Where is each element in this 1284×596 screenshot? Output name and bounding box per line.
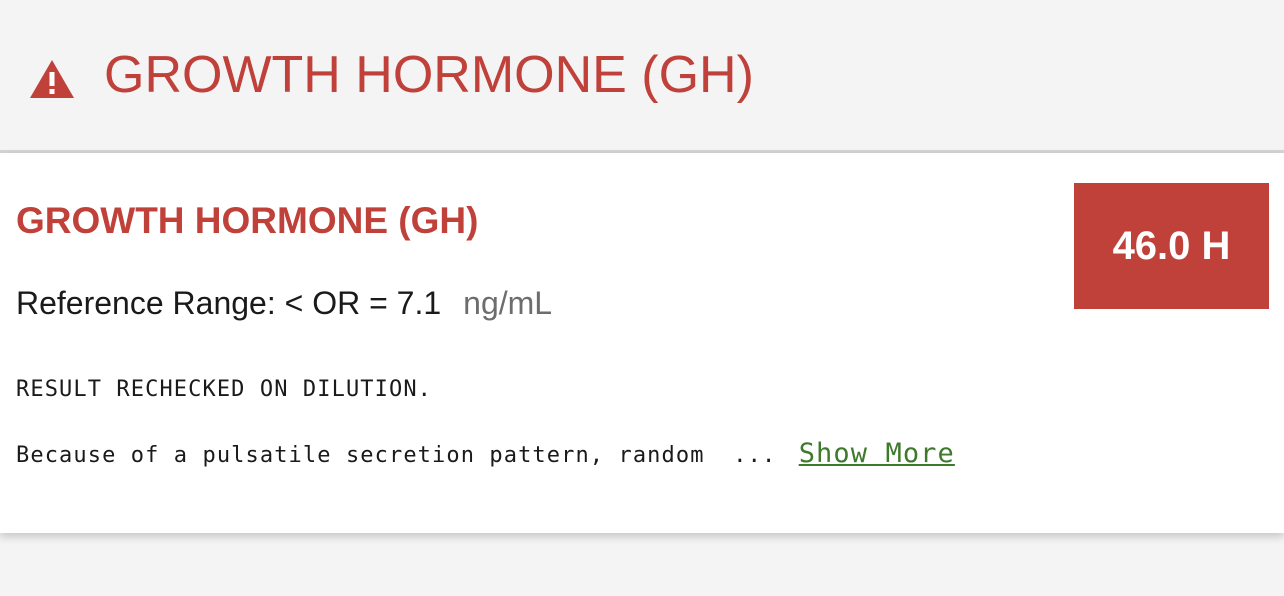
reference-range-label: Reference Range: < OR = 7.1 [16, 285, 442, 321]
warning-icon [30, 60, 74, 98]
result-value-badge: 46.0 H [1074, 183, 1269, 309]
comment-text: Because of a pulsatile secretion pattern… [16, 443, 705, 468]
reference-range: Reference Range: < OR = 7.1 ng/mL [16, 283, 552, 323]
result-card: GROWTH HORMONE (GH) Reference Range: < O… [0, 153, 1284, 533]
reference-unit: ng/mL [463, 285, 553, 321]
page-title: GROWTH HORMONE (GH) [104, 46, 754, 104]
comment-line: RESULT RECHECKED ON DILUTION. [16, 377, 433, 402]
show-more-link[interactable]: Show More [799, 438, 955, 469]
ellipsis: ... [733, 443, 777, 468]
comment-line-truncated: Because of a pulsatile secretion pattern… [16, 439, 955, 471]
test-name: GROWTH HORMONE (GH) [16, 200, 479, 241]
result-header: GROWTH HORMONE (GH) [0, 0, 1284, 153]
